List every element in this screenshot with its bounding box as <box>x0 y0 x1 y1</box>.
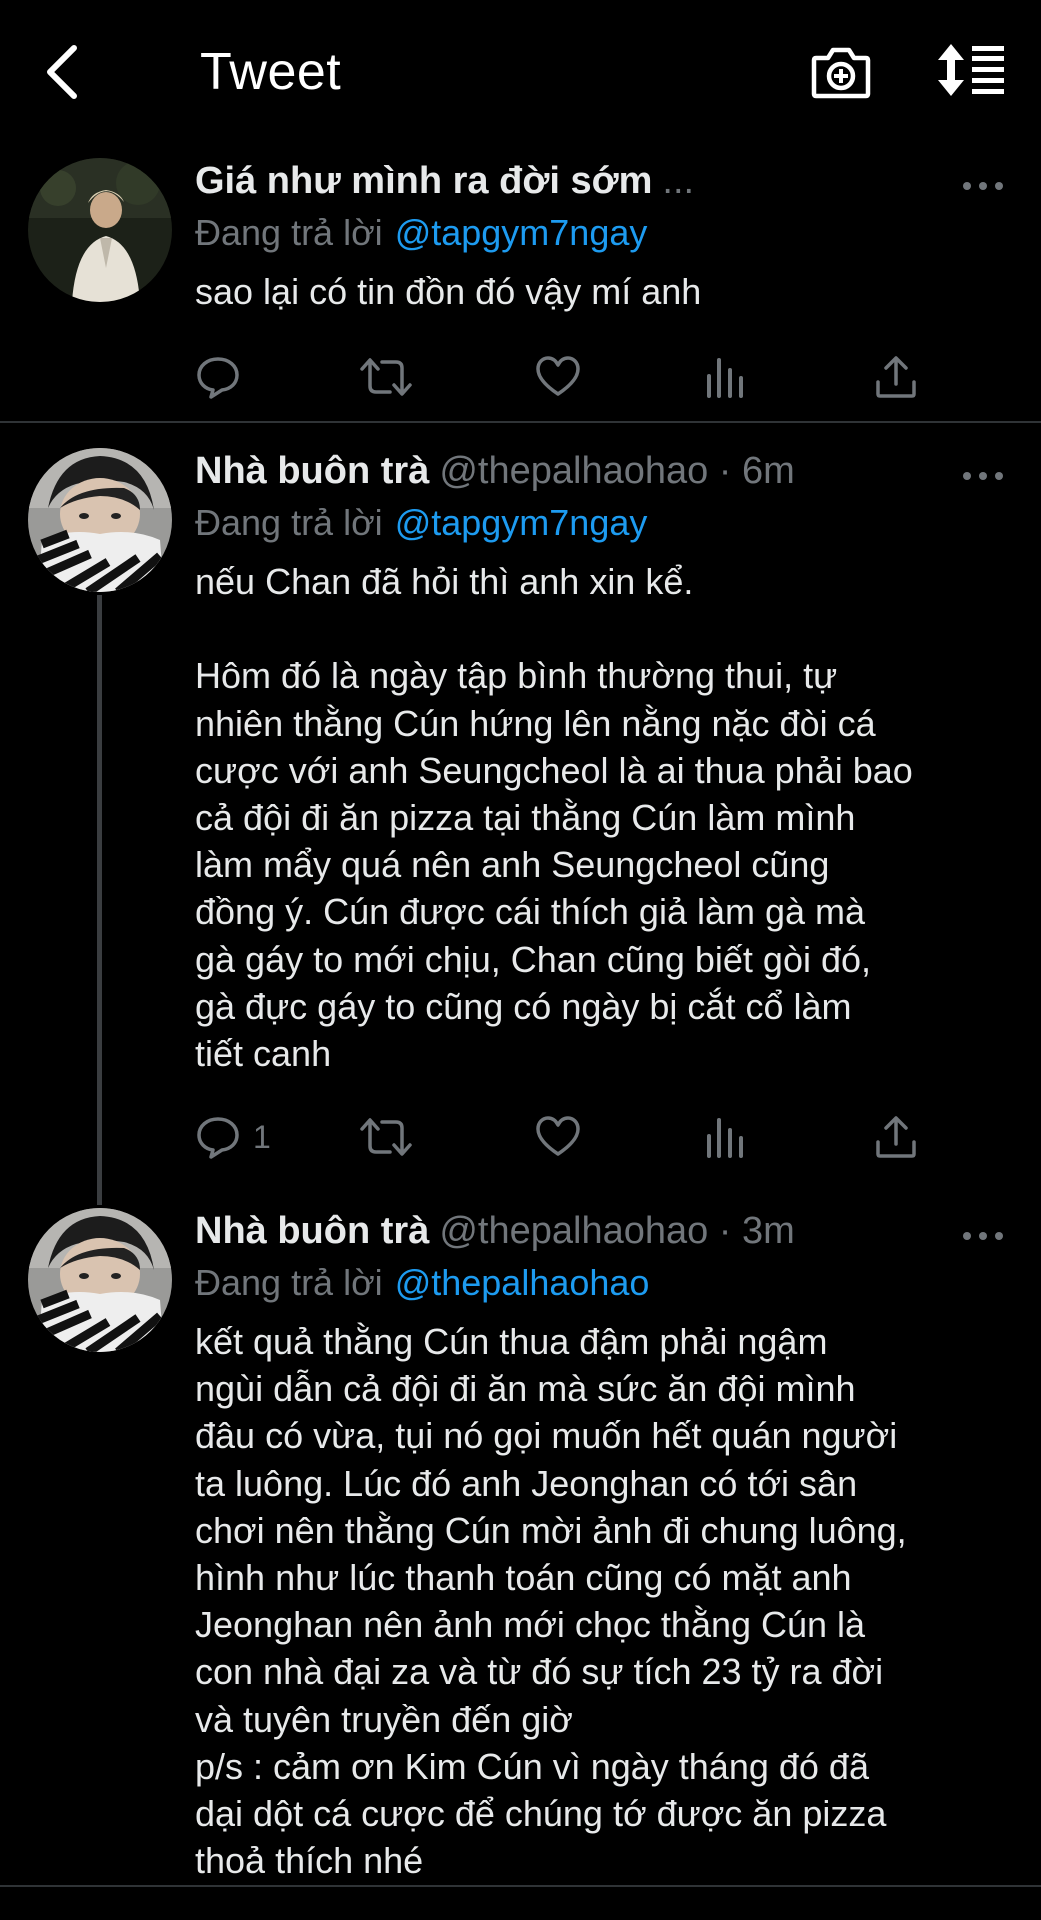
reply-icon <box>197 1117 239 1159</box>
sort-button[interactable] <box>936 42 1006 98</box>
reply-mention-link[interactable]: @tapgym7ngay <box>395 212 648 253</box>
retweet-icon <box>360 1118 412 1156</box>
avatar-photo <box>28 448 172 592</box>
avatar[interactable] <box>28 1208 172 1352</box>
tweet-text: sao lại có tin đồn đó vậy mí anh <box>195 271 702 312</box>
retweet-icon <box>360 358 412 396</box>
sort-list-icon <box>938 44 1004 96</box>
reply-context: Đang trả lời @tapgym7ngay <box>195 502 647 544</box>
avatar-photo <box>28 158 172 302</box>
divider <box>0 421 1041 423</box>
more-button[interactable] <box>960 176 1006 196</box>
display-name[interactable]: Nhà buôn trà <box>195 1210 429 1252</box>
tweet-text: kết quả thằng Cún thua đậm phải ngậm ngù… <box>195 1321 907 1882</box>
reply-count: 1 <box>253 1118 271 1155</box>
more-icon <box>963 472 1003 480</box>
tweet-text: nếu Chan đã hỏi thì anh xin kể. Hôm đó l… <box>195 561 913 1075</box>
share-icon <box>876 356 916 398</box>
tweet-actions: 1 <box>195 1112 1015 1162</box>
display-name[interactable]: Giá như mình ra đời sớm <box>195 160 652 202</box>
avatar[interactable] <box>28 158 172 302</box>
like-icon <box>536 1116 580 1156</box>
camera-button[interactable] <box>810 42 872 102</box>
divider <box>0 1885 1041 1887</box>
views-icon <box>707 358 743 398</box>
reply-context: Đang trả lời @tapgym7ngay <box>195 212 647 254</box>
reply-button[interactable]: 1 <box>195 1112 271 1162</box>
reply-context: Đang trả lời @thepalhaohao <box>195 1262 649 1304</box>
retweet-button[interactable] <box>360 352 412 402</box>
like-button[interactable] <box>535 1112 581 1162</box>
chevron-left-icon <box>47 45 77 99</box>
back-button[interactable] <box>38 42 88 102</box>
top-bar: Tweet <box>0 0 1041 140</box>
reply-icon <box>197 357 239 399</box>
share-button[interactable] <box>875 1112 917 1162</box>
truncation-ellipsis: ... <box>662 160 695 202</box>
reply-prefix: Đang trả lời <box>195 502 383 543</box>
thread-connector <box>97 595 102 1205</box>
avatar-photo <box>28 1208 172 1352</box>
views-icon <box>707 1118 743 1158</box>
camera-plus-icon <box>811 47 871 99</box>
reply-prefix: Đang trả lời <box>195 1262 383 1303</box>
reply-mention-link[interactable]: @tapgym7ngay <box>395 502 648 543</box>
tweet-header: Nhà buôn trà @thepalhaohao · 6m <box>195 450 795 493</box>
handle-timestamp: @thepalhaohao · 6m <box>439 450 795 492</box>
like-button[interactable] <box>535 352 581 402</box>
more-icon <box>963 182 1003 190</box>
share-icon <box>876 1116 916 1158</box>
more-icon <box>963 1232 1003 1240</box>
reply-mention-link[interactable]: @thepalhaohao <box>395 1262 650 1303</box>
like-icon <box>536 356 580 396</box>
handle-timestamp: @thepalhaohao · 3m <box>439 1210 795 1252</box>
views-button[interactable] <box>705 1112 745 1162</box>
retweet-button[interactable] <box>360 1112 412 1162</box>
tweet-header: Giá như mình ra đời sớm... <box>195 160 694 203</box>
page-title: Tweet <box>200 43 342 101</box>
more-button[interactable] <box>960 1226 1006 1246</box>
tweet-header: Nhà buôn trà @thepalhaohao · 3m <box>195 1210 795 1253</box>
avatar[interactable] <box>28 448 172 592</box>
share-button[interactable] <box>875 352 917 402</box>
tweet-actions <box>195 352 1015 402</box>
display-name[interactable]: Nhà buôn trà <box>195 450 429 492</box>
views-button[interactable] <box>705 352 745 402</box>
more-button[interactable] <box>960 466 1006 486</box>
reply-prefix: Đang trả lời <box>195 212 383 253</box>
reply-button[interactable] <box>195 352 241 402</box>
